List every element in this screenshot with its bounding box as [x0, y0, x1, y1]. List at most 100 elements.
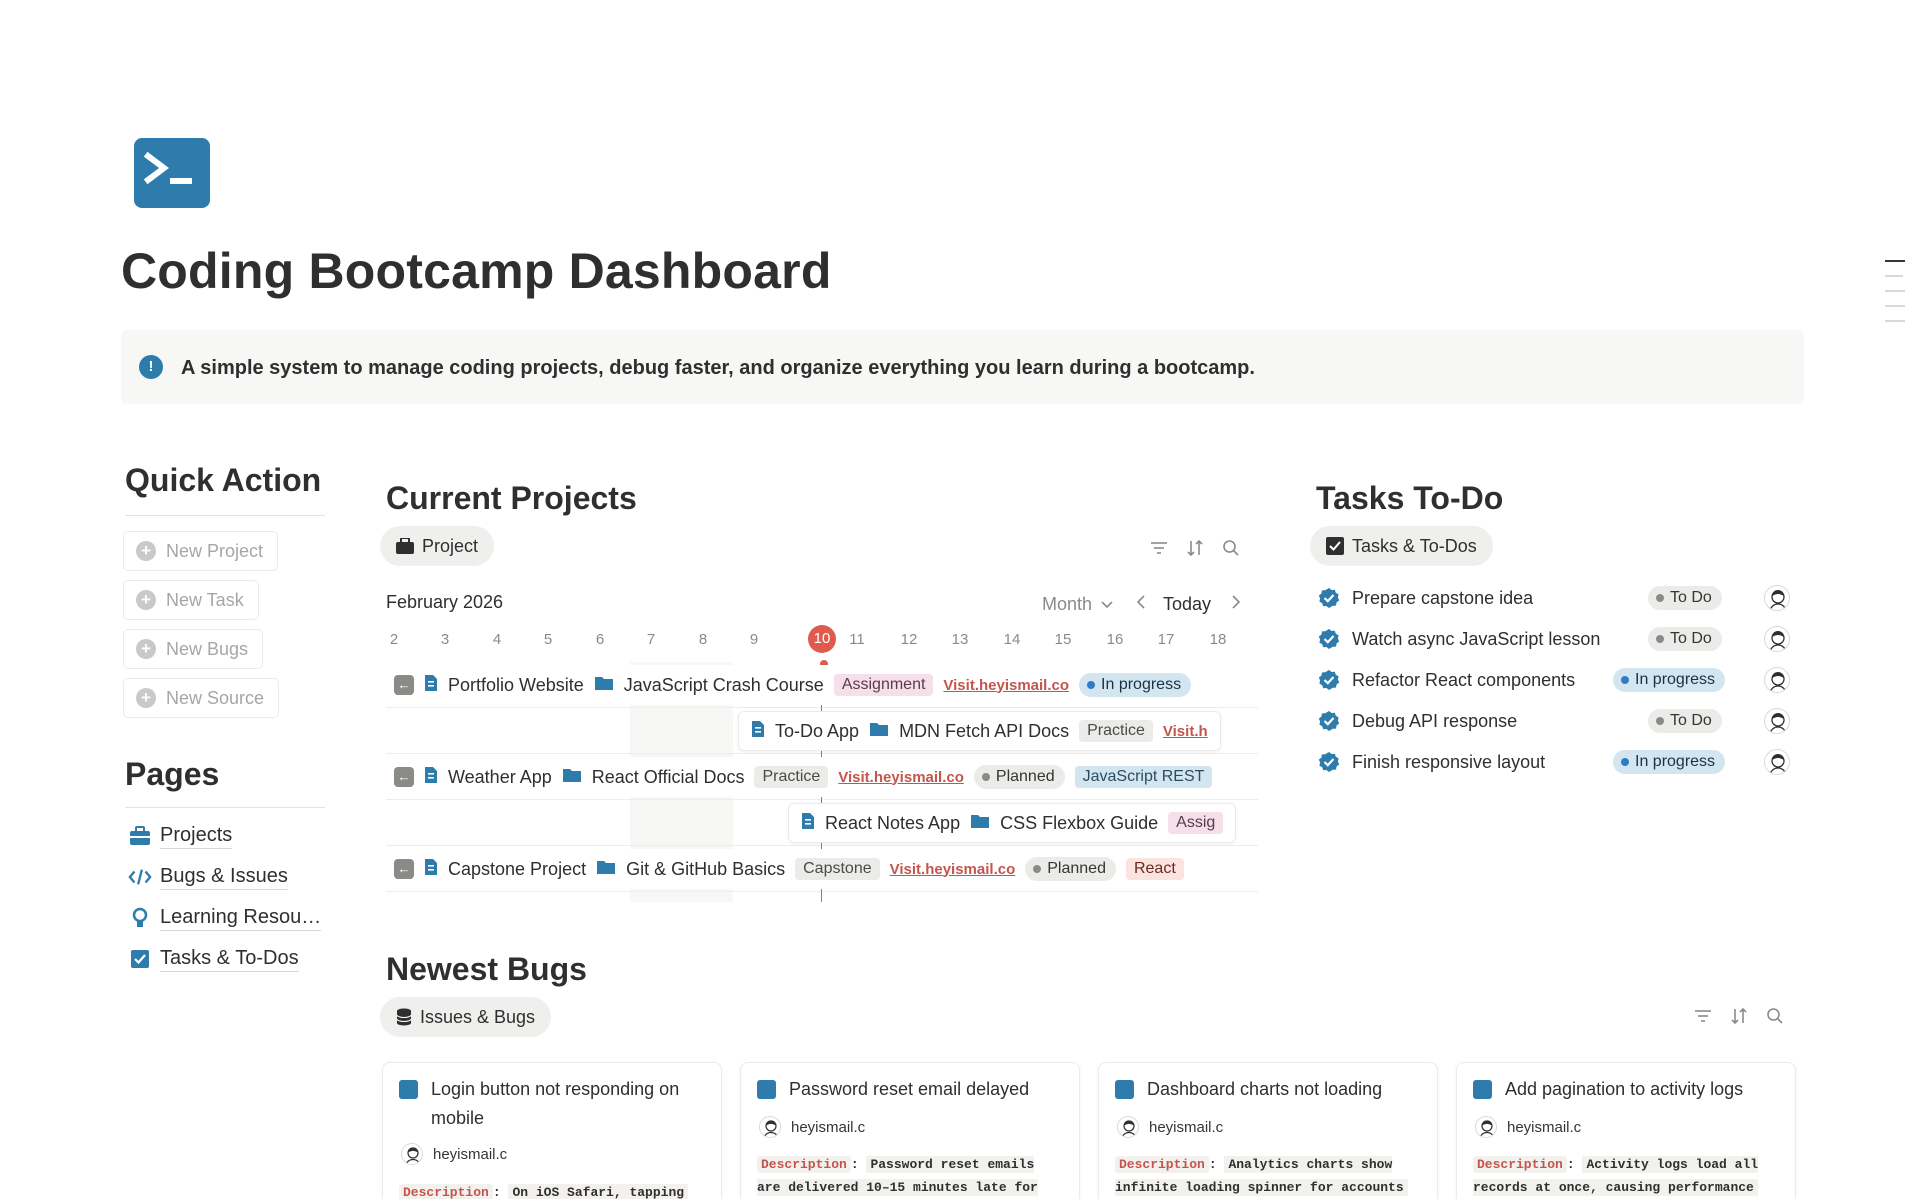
type-tag: Assignment	[833, 674, 934, 696]
tab-label: Tasks & To-Dos	[1352, 535, 1477, 556]
check-badge-icon	[1318, 629, 1340, 649]
timeline-item[interactable]: ← Portfolio Website JavaScript Crash Cou…	[394, 665, 1192, 705]
day-label: 9	[749, 631, 759, 648]
timeline-item[interactable]: ← Capstone Project Git & GitHub Basics C…	[394, 849, 1184, 889]
avatar[interactable]	[1764, 585, 1790, 611]
day-label: 6	[595, 631, 605, 648]
briefcase-icon	[396, 538, 414, 554]
scale-label: Month	[1042, 594, 1093, 614]
today-marker: 10	[808, 625, 836, 653]
check-badge-icon	[1318, 711, 1340, 731]
project-link[interactable]: Visit.h	[1163, 723, 1208, 740]
table-of-contents[interactable]	[1885, 260, 1905, 335]
bug-card[interactable]: Password reset email delayed heyismail.c…	[740, 1062, 1080, 1199]
sort-icon[interactable]	[1728, 1005, 1750, 1027]
topic-tag: React	[1125, 858, 1184, 880]
project-name: Weather App	[448, 766, 552, 787]
avatar[interactable]	[1764, 708, 1790, 734]
search-icon[interactable]	[1220, 537, 1242, 559]
timeline-item[interactable]: React Notes App CSS Flexbox Guide Assig	[788, 803, 1237, 843]
day-label: 4	[492, 631, 502, 648]
timeline-day-header: 2 3 4 5 6 7 8 9 10 11 12 13 14 15 16 17 …	[386, 625, 1258, 655]
type-tag: Practice	[1079, 720, 1153, 742]
status-badge: To Do	[1648, 709, 1722, 733]
arrow-left-icon[interactable]: ←	[394, 859, 414, 879]
divider	[125, 515, 325, 516]
terminal-icon	[399, 1080, 418, 1099]
check-badge-icon	[1318, 752, 1340, 772]
page-link-learning-resources[interactable]: Learning Resou…	[128, 904, 322, 932]
bug-card[interactable]: Login button not responding on mobile he…	[382, 1062, 722, 1199]
task-row[interactable]: Watch async JavaScript lesson To Do	[1318, 620, 1790, 658]
terminal-icon[interactable]	[134, 138, 210, 208]
task-row[interactable]: Debug API response To Do	[1318, 702, 1790, 740]
bug-title: Login button not responding on mobile	[431, 1079, 680, 1128]
today-button[interactable]: Today	[1163, 594, 1211, 615]
bug-author: heyismail.c	[1117, 1116, 1223, 1138]
day-label: 18	[1209, 631, 1227, 648]
page-link-projects[interactable]: Projects	[128, 822, 233, 850]
page-link-tasks-todos[interactable]: Tasks & To-Dos	[128, 945, 299, 973]
task-row[interactable]: Finish responsive layout In progress	[1318, 743, 1790, 781]
doc-icon	[801, 812, 815, 835]
bug-title: Password reset email delayed	[789, 1079, 1030, 1099]
day-label: 2	[389, 631, 399, 648]
status-badge: In progress	[1613, 750, 1726, 774]
resource-name: React Official Docs	[591, 766, 745, 787]
bug-card[interactable]: Add pagination to activity logs heyismai…	[1456, 1062, 1796, 1199]
task-row[interactable]: Prepare capstone idea To Do	[1318, 579, 1790, 617]
timeline-item[interactable]: ← Weather App React Official Docs Practi…	[394, 757, 1213, 797]
sort-icon[interactable]	[1184, 537, 1206, 559]
terminal-icon	[757, 1080, 776, 1099]
divider	[125, 807, 325, 808]
doc-icon	[424, 766, 438, 789]
description-label: Description	[399, 1184, 493, 1199]
author-name: heyismail.c	[1149, 1118, 1224, 1136]
avatar[interactable]	[1764, 749, 1790, 775]
task-row[interactable]: Refactor React components In progress	[1318, 661, 1790, 699]
new-project-button[interactable]: + New Project	[123, 531, 279, 571]
folder-icon	[594, 675, 614, 696]
timeline-grid: ← Portfolio Website JavaScript Crash Cou…	[386, 662, 1258, 902]
page-link-label: Learning Resou…	[160, 906, 322, 931]
folder-icon	[596, 859, 616, 880]
project-link[interactable]: Visit.heyismail.co	[943, 677, 1069, 694]
plus-icon: +	[136, 541, 156, 561]
avatar[interactable]	[1764, 626, 1790, 652]
avatar[interactable]	[1764, 667, 1790, 693]
status-badge: Planned	[973, 765, 1065, 789]
arrow-left-icon[interactable]: ←	[394, 767, 414, 787]
chevron-right-icon[interactable]	[1230, 594, 1242, 615]
button-label: New Project	[166, 540, 264, 561]
chevron-down-icon	[1101, 600, 1113, 608]
filter-icon[interactable]	[1148, 537, 1170, 559]
new-source-button[interactable]: + New Source	[123, 678, 280, 718]
task-label: Refactor React components	[1352, 669, 1576, 690]
day-label: 7	[646, 631, 656, 648]
avatar	[1475, 1116, 1497, 1138]
checkbox-icon	[1326, 537, 1344, 555]
page-link-bugs-issues[interactable]: Bugs & Issues	[128, 863, 288, 891]
project-link[interactable]: Visit.heyismail.co	[890, 861, 1016, 878]
bug-description: Description: Analytics charts show infin…	[1115, 1153, 1423, 1199]
project-link[interactable]: Visit.heyismail.co	[838, 769, 964, 786]
button-label: New Task	[166, 589, 244, 610]
tab-issues-view[interactable]: Issues & Bugs	[380, 997, 552, 1037]
callout-text: A simple system to manage coding project…	[181, 357, 1255, 379]
page-link-label: Projects	[160, 824, 233, 849]
timeline-scale-select[interactable]: Month	[1042, 594, 1114, 615]
timeline-item[interactable]: To-Do App MDN Fetch API Docs Practice Vi…	[738, 711, 1221, 751]
search-icon[interactable]	[1764, 1005, 1786, 1027]
status-dot	[981, 773, 990, 781]
tab-tasks-view[interactable]: Tasks & To-Dos	[1310, 526, 1493, 566]
new-task-button[interactable]: + New Task	[123, 580, 259, 620]
tab-project-view[interactable]: Project	[380, 526, 495, 566]
bug-card[interactable]: Dashboard charts not loading heyismail.c…	[1098, 1062, 1438, 1199]
resource-name: Git & GitHub Basics	[626, 858, 786, 879]
new-bugs-button[interactable]: + New Bugs	[123, 629, 264, 669]
status-label: Planned	[995, 768, 1055, 785]
arrow-left-icon[interactable]: ←	[394, 675, 414, 695]
checkbox-icon	[128, 947, 152, 971]
filter-icon[interactable]	[1692, 1005, 1714, 1027]
chevron-left-icon[interactable]	[1135, 594, 1147, 615]
